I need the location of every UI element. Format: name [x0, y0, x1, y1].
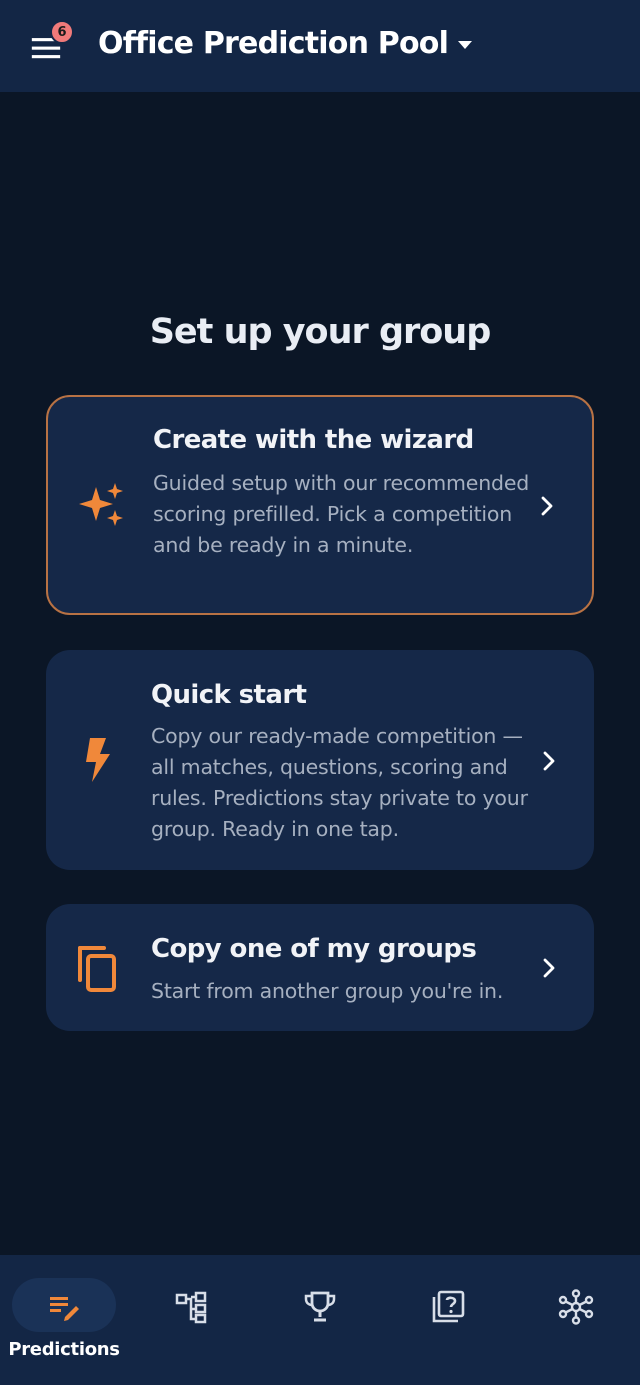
dropdown-caret-icon: [458, 40, 473, 49]
menu-button[interactable]: 6: [26, 20, 74, 68]
nav-item-predictions[interactable]: Predictions: [0, 1255, 128, 1385]
option-description: Guided setup with our recommended scorin…: [153, 471, 530, 557]
bracket-icon: [175, 1291, 207, 1324]
nav-item-bracket[interactable]: [128, 1255, 256, 1385]
chevron-right-icon: [538, 750, 560, 772]
group-selector[interactable]: Office Prediction Pool: [98, 26, 473, 61]
questions-icon: [432, 1290, 465, 1323]
bottom-navigation: Predictions: [0, 1255, 640, 1385]
option-title: Copy one of my groups: [151, 934, 477, 964]
nav-item-questions[interactable]: [384, 1255, 512, 1385]
option-description: Copy our ready-made competition — all ma…: [151, 724, 528, 841]
page-title: Set up your group: [149, 312, 492, 352]
chevron-right-icon: [536, 495, 558, 517]
nav-label: Predictions: [8, 1339, 120, 1360]
copy-my-group-option[interactable]: Copy one of my groups Start from another…: [46, 904, 594, 1031]
app-screen: 6 Office Prediction Pool Set up your gro…: [0, 0, 640, 1385]
nav-item-leaderboard[interactable]: [256, 1255, 384, 1385]
trophy-icon: [304, 1291, 336, 1322]
lightning-icon: [72, 734, 124, 786]
sparkles-icon: [74, 479, 126, 531]
chevron-right-icon: [538, 957, 560, 979]
network-icon: [558, 1289, 594, 1325]
option-title: Quick start: [151, 680, 307, 710]
nav-item-network[interactable]: [512, 1255, 640, 1385]
notification-badge: 6: [50, 20, 74, 44]
create-with-wizard-option[interactable]: Create with the wizard Guided setup with…: [46, 395, 594, 615]
option-title: Create with the wizard: [153, 425, 474, 455]
predictions-edit-icon: [50, 1297, 79, 1321]
quick-start-option[interactable]: Quick start Copy our ready-made competit…: [46, 650, 594, 870]
group-name: Office Prediction Pool: [98, 26, 449, 61]
copy-icon: [72, 942, 124, 994]
option-description: Start from another group you're in.: [151, 979, 504, 1003]
top-app-bar: 6 Office Prediction Pool: [0, 0, 640, 92]
